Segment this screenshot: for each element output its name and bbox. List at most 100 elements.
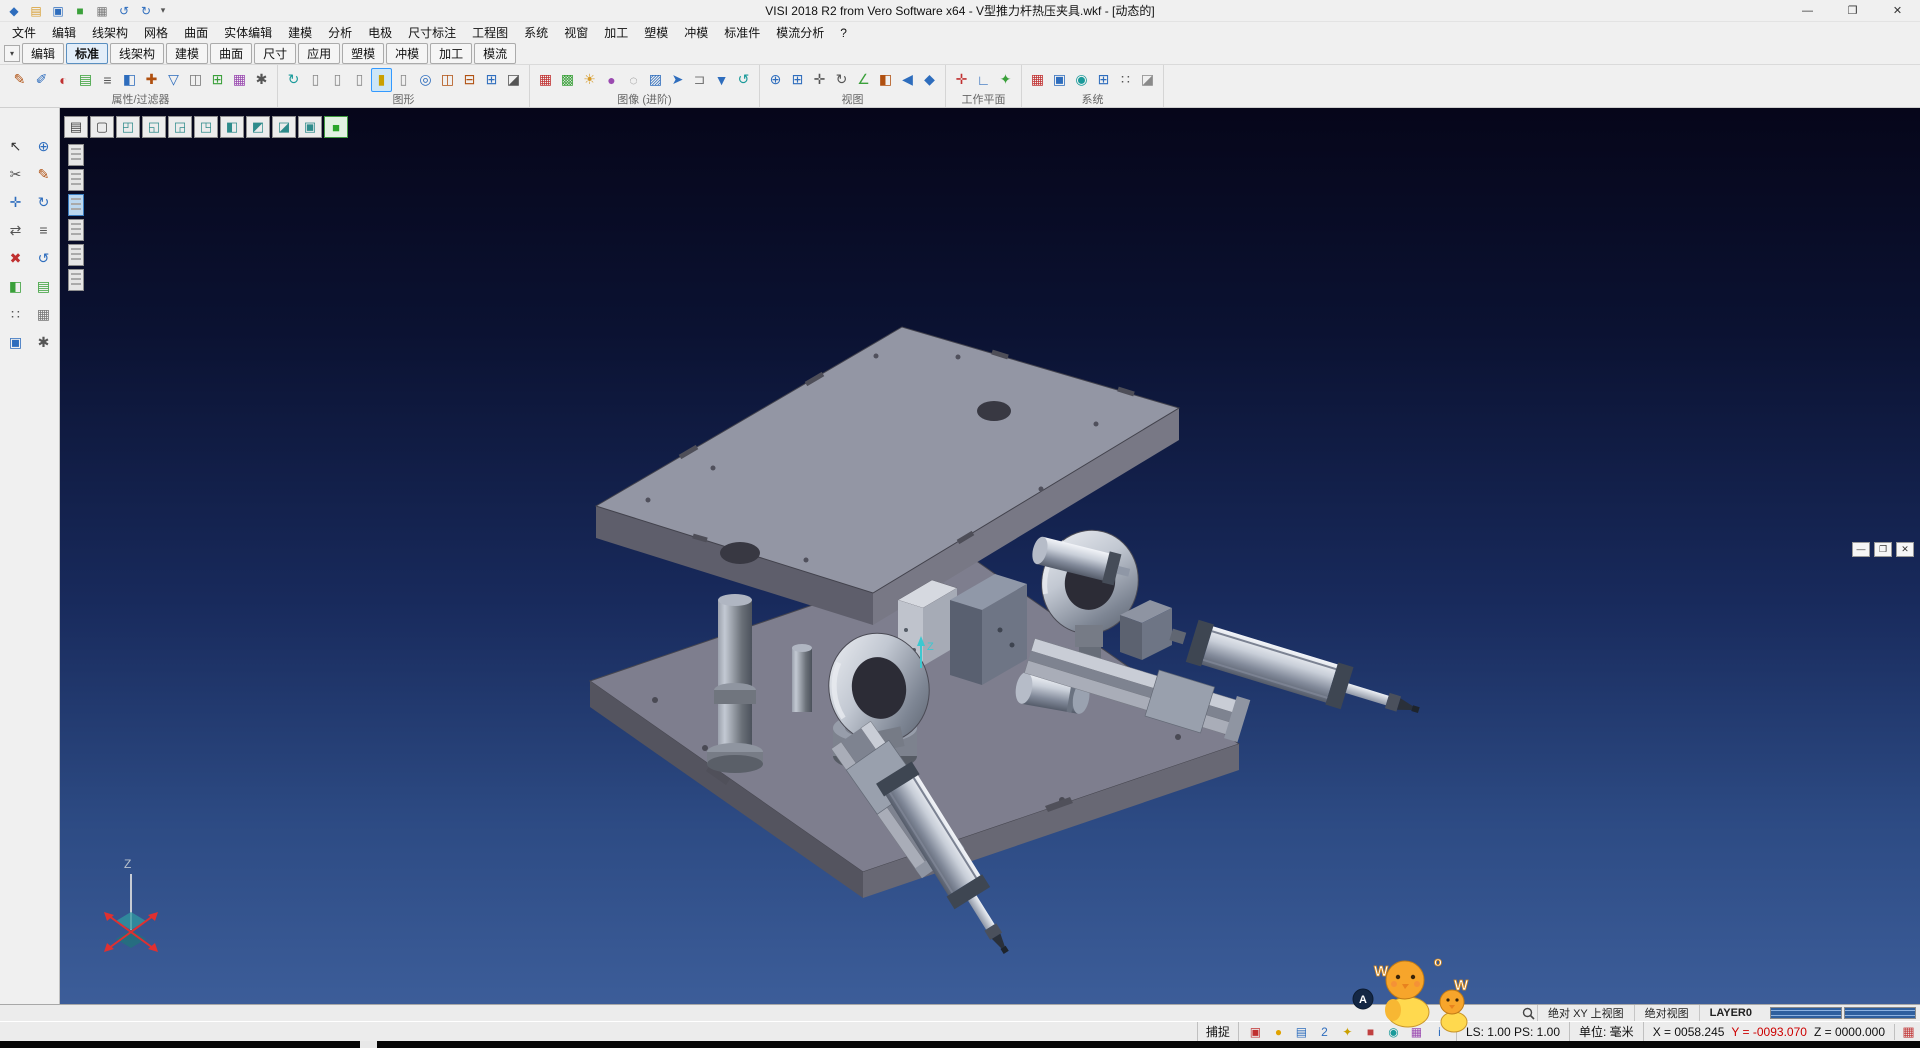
view-shaded-icon[interactable]: ▢ — [90, 116, 114, 138]
layer-filter-icon[interactable]: ▤ — [75, 68, 96, 92]
menu-item[interactable]: 标准件 — [716, 22, 768, 43]
zoom-tool-icon[interactable]: ⊕ — [32, 134, 56, 158]
view-front-icon[interactable]: ◱ — [142, 116, 166, 138]
ribbon-dropdown[interactable]: ▾ — [4, 45, 20, 62]
3d-model[interactable]: Z Z — [60, 108, 1920, 1004]
highlight-element-icon[interactable]: ▮ — [371, 68, 392, 92]
world-status-icon[interactable]: ◉ — [1385, 1024, 1402, 1040]
workplane-free-icon[interactable]: ✦ — [995, 68, 1016, 92]
viewport-preset-4[interactable] — [68, 219, 84, 241]
snap-settings-icon[interactable]: ∷ — [1115, 68, 1136, 92]
windows-taskbar[interactable] — [0, 1041, 1920, 1048]
gem-view-icon[interactable]: ◆ — [919, 68, 940, 92]
blank-sheet-icon[interactable]: ▯ — [327, 68, 348, 92]
select-arrow-icon[interactable]: ↖ — [4, 134, 28, 158]
zoom-indicator-icon[interactable] — [1519, 1007, 1537, 1020]
undo-tool-icon[interactable]: ↺ — [32, 246, 56, 270]
redo-icon[interactable]: ↻ — [136, 2, 156, 20]
view-axonometric-icon[interactable]: ▣ — [298, 116, 322, 138]
save-tool-icon[interactable]: ▣ — [4, 330, 28, 354]
mask-filter-icon[interactable]: ◫ — [185, 68, 206, 92]
color-filter-icon[interactable]: ◐ — [53, 68, 74, 92]
close-button[interactable]: ✕ — [1875, 0, 1920, 21]
units-indicator[interactable]: 单位: 毫米 — [1569, 1022, 1643, 1041]
blank-sheet-icon[interactable]: ▯ — [305, 68, 326, 92]
mdi-minimize-button[interactable]: — — [1852, 542, 1870, 557]
layer-cube-status-icon[interactable]: ■ — [1362, 1024, 1379, 1040]
ribbon-tab[interactable]: 建模 — [166, 43, 208, 64]
snap-tool-icon[interactable]: ∷ — [4, 302, 28, 326]
delete-tool-icon[interactable]: ✖ — [4, 246, 28, 270]
element-filter-icon[interactable]: ◧ — [119, 68, 140, 92]
lights-icon[interactable]: ☀ — [579, 68, 600, 92]
menu-item[interactable]: 工程图 — [464, 22, 516, 43]
ribbon-tab[interactable]: 塑模 — [342, 43, 384, 64]
shading-settings-icon[interactable]: ▦ — [535, 68, 556, 92]
menu-item[interactable]: 模流分析 — [768, 22, 832, 43]
world-options-icon[interactable]: ◉ — [1071, 68, 1092, 92]
mdi-restore-button[interactable]: ❐ — [1874, 542, 1892, 557]
zoom-window-icon[interactable]: ⊞ — [787, 68, 808, 92]
support-pillar-small[interactable] — [792, 644, 812, 712]
box-view-icon[interactable]: ⊞ — [481, 68, 502, 92]
group-filter-icon[interactable]: ▦ — [229, 68, 250, 92]
view-iso-shaded-icon[interactable]: ■ — [324, 116, 348, 138]
move-tool-icon[interactable]: ✛ — [4, 190, 28, 214]
clip-plane-icon[interactable]: ◫ — [437, 68, 458, 92]
blank-sheet-icon[interactable]: ▯ — [393, 68, 414, 92]
ribbon-tab[interactable]: 曲面 — [210, 43, 252, 64]
display-settings-icon[interactable]: ▣ — [1049, 68, 1070, 92]
app-icon[interactable]: ◆ — [4, 2, 24, 20]
attribute-copy-icon[interactable]: ⊞ — [207, 68, 228, 92]
viewport-preset-3[interactable] — [68, 194, 84, 216]
pan-icon[interactable]: ✛ — [809, 68, 830, 92]
view-iso-ne-icon[interactable]: ◧ — [220, 116, 244, 138]
blank-sheet-icon[interactable]: ▯ — [349, 68, 370, 92]
menu-item[interactable]: 曲面 — [176, 22, 216, 43]
shaded-cylinder-icon[interactable]: ◎ — [415, 68, 436, 92]
viewport-preset-5[interactable] — [68, 244, 84, 266]
viewport-preset-1[interactable] — [68, 144, 84, 166]
menu-item[interactable]: 线架构 — [84, 22, 136, 43]
ribbon-tab[interactable]: 线架构 — [110, 43, 164, 64]
menu-item[interactable]: ? — [832, 24, 855, 42]
menu-item[interactable]: 实体编辑 — [216, 22, 280, 43]
transparency-icon[interactable]: ◌ — [623, 68, 644, 92]
view-iso-nw-icon[interactable]: ◩ — [246, 116, 270, 138]
menu-item[interactable]: 尺寸标注 — [400, 22, 464, 43]
viewport-preset-6[interactable] — [68, 269, 84, 291]
menu-item[interactable]: 视窗 — [556, 22, 596, 43]
quick-access-caret[interactable]: ▾ — [156, 5, 170, 16]
rotate-view-icon[interactable]: ↻ — [831, 68, 852, 92]
modify-attributes-icon[interactable]: ✎ — [9, 68, 30, 92]
reset-image-icon[interactable]: ↺ — [733, 68, 754, 92]
cad-options-icon[interactable]: ◪ — [1137, 68, 1158, 92]
taskbar-item[interactable] — [360, 1041, 377, 1048]
viewport[interactable]: ▤▢◰◱◲◳◧◩◪▣■ — [60, 108, 1920, 1004]
help-status-icon[interactable]: 2 — [1316, 1024, 1333, 1040]
view-left-icon[interactable]: ◳ — [194, 116, 218, 138]
info-status-icon[interactable]: i — [1431, 1024, 1448, 1040]
solid-cube-icon[interactable]: ■ — [70, 2, 90, 20]
menu-item[interactable]: 加工 — [596, 22, 636, 43]
menu-item[interactable]: 建模 — [280, 22, 320, 43]
selection-funnel-icon[interactable]: ▽ — [163, 68, 184, 92]
snap-status-icon[interactable]: ▣ — [1247, 1024, 1264, 1040]
save-icon[interactable]: ▣ — [48, 2, 68, 20]
mirror-tool-icon[interactable]: ⇄ — [4, 218, 28, 242]
view-top-icon[interactable]: ◰ — [116, 116, 140, 138]
menu-item[interactable]: 冲模 — [676, 22, 716, 43]
measure-icon[interactable]: ∠ — [853, 68, 874, 92]
clamp-view-icon[interactable]: ⊐ — [689, 68, 710, 92]
ribbon-tab[interactable]: 模流 — [474, 43, 516, 64]
zoom-all-icon[interactable]: ⊕ — [765, 68, 786, 92]
color-palette-icon[interactable]: ▦ — [1027, 68, 1048, 92]
previous-view-icon[interactable]: ◀ — [897, 68, 918, 92]
paint-tool-icon[interactable]: ◧ — [4, 274, 28, 298]
active-layer-label[interactable]: LAYER0 — [1699, 1005, 1762, 1021]
material-icon[interactable]: ● — [601, 68, 622, 92]
rotate-tool-icon[interactable]: ↻ — [32, 190, 56, 214]
settings-status-icon[interactable]: ✦ — [1339, 1024, 1356, 1040]
snap-toggle[interactable]: 捕捉 — [1197, 1022, 1238, 1041]
scale-indicator[interactable]: LS: 1.00 PS: 1.00 — [1456, 1022, 1569, 1041]
